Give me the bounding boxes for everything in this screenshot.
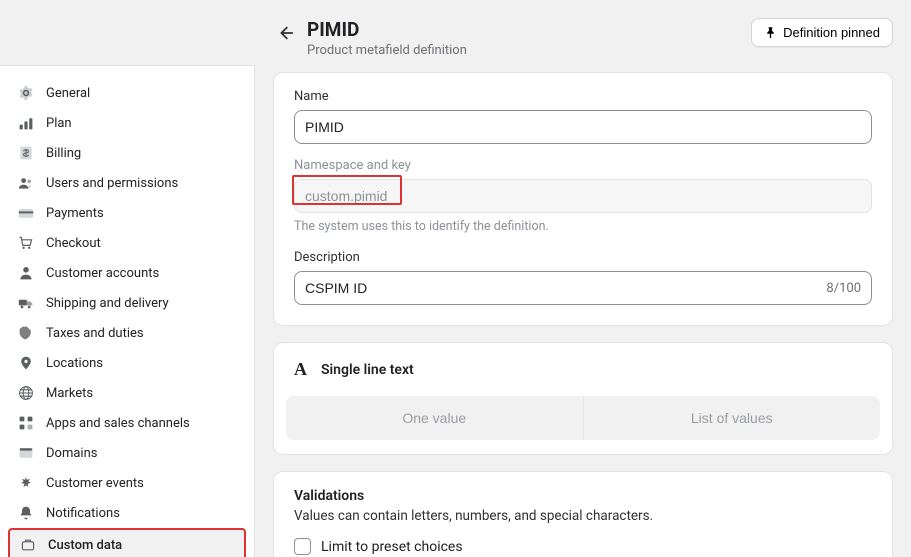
nskey-helper: The system uses this to identify the def…: [294, 219, 872, 234]
sidebar-item-shipping[interactable]: Shipping and delivery: [8, 288, 246, 318]
sidebar-item-label: Customer events: [46, 476, 144, 491]
page-subtitle: Product metafield definition: [307, 43, 467, 58]
sidebar-item-label: Apps and sales channels: [46, 416, 190, 431]
type-card: A Single line text One value List of val…: [273, 342, 893, 455]
sidebar-item-taxes[interactable]: Taxes and duties: [8, 318, 246, 348]
sidebar-item-label: Domains: [46, 446, 97, 461]
sidebar-item-label: Notifications: [46, 506, 120, 521]
sidebar-item-apps[interactable]: Apps and sales channels: [8, 408, 246, 438]
one-value-button[interactable]: One value: [286, 396, 584, 440]
sidebar-item-label: Customer accounts: [46, 266, 159, 281]
cart-icon: [18, 235, 34, 251]
sidebar-item-label: Shipping and delivery: [46, 296, 169, 311]
events-icon: [18, 475, 34, 491]
sidebar-item-customer-accounts[interactable]: Customer accounts: [8, 258, 246, 288]
pin-button[interactable]: Definition pinned: [751, 18, 893, 47]
tax-icon: [18, 325, 34, 341]
nskey-label: Namespace and key: [294, 158, 872, 173]
billing-icon: [18, 145, 34, 161]
name-label: Name: [294, 89, 872, 104]
validations-card: Validations Values can contain letters, …: [273, 471, 893, 557]
globe-icon: [18, 385, 34, 401]
sidebar-item-users[interactable]: Users and permissions: [8, 168, 246, 198]
sidebar-item-locations[interactable]: Locations: [8, 348, 246, 378]
sidebar-item-markets[interactable]: Markets: [8, 378, 246, 408]
sidebar-item-general[interactable]: General: [8, 78, 246, 108]
sidebar-item-label: Payments: [46, 206, 104, 221]
description-label: Description: [294, 250, 872, 265]
name-input[interactable]: [294, 110, 872, 144]
definition-card: Name Namespace and key custom.pimid The …: [273, 72, 893, 326]
description-input-wrapper[interactable]: 8/100: [294, 271, 872, 305]
domains-icon: [18, 445, 34, 461]
sidebar-item-plan[interactable]: Plan: [8, 108, 246, 138]
sidebar-item-notifications[interactable]: Notifications: [8, 498, 246, 528]
page-title: PIMID: [307, 18, 467, 41]
sidebar-item-domains[interactable]: Domains: [8, 438, 246, 468]
back-button[interactable]: [273, 21, 297, 45]
sidebar-item-custom-data[interactable]: Custom data: [8, 528, 246, 557]
gear-icon: [18, 85, 34, 101]
limit-checkbox[interactable]: [294, 538, 311, 555]
sidebar-item-label: Plan: [46, 116, 72, 131]
sidebar-item-checkout[interactable]: Checkout: [8, 228, 246, 258]
sidebar-item-billing[interactable]: Billing: [8, 138, 246, 168]
payments-icon: [18, 205, 34, 221]
sidebar-item-payments[interactable]: Payments: [8, 198, 246, 228]
plan-icon: [18, 115, 34, 131]
sidebar-item-label: Billing: [46, 146, 81, 161]
validations-title: Validations: [294, 488, 872, 504]
pin-label: Definition pinned: [783, 25, 880, 40]
bell-icon: [18, 505, 34, 521]
sidebar-item-label: Users and permissions: [46, 176, 178, 191]
person-icon: [18, 265, 34, 281]
value-mode-toggle: One value List of values: [274, 396, 892, 454]
settings-sidebar: General Plan Billing Users and permissio…: [0, 65, 255, 557]
pin-icon: [18, 355, 34, 371]
text-type-icon: A: [294, 359, 307, 380]
validations-desc: Values can contain letters, numbers, and…: [294, 508, 872, 524]
sidebar-item-label: Locations: [46, 356, 103, 371]
sidebar-item-label: General: [46, 86, 90, 101]
sidebar-item-label: Custom data: [48, 538, 122, 553]
page-header: PIMID Product metafield definition Defin…: [273, 18, 893, 58]
sidebar-item-customer-events[interactable]: Customer events: [8, 468, 246, 498]
type-label: Single line text: [321, 362, 414, 378]
truck-icon: [18, 295, 34, 311]
limit-label: Limit to preset choices: [321, 539, 463, 555]
sidebar-item-label: Markets: [46, 386, 93, 401]
sidebar-item-label: Checkout: [46, 236, 101, 251]
users-icon: [18, 175, 34, 191]
char-count: 8/100: [826, 281, 861, 296]
pin-icon: [764, 26, 777, 39]
apps-icon: [18, 415, 34, 431]
description-input[interactable]: [305, 280, 826, 296]
list-values-button[interactable]: List of values: [584, 396, 881, 440]
main-content: PIMID Product metafield definition Defin…: [255, 0, 911, 557]
custom-data-icon: [20, 537, 36, 553]
sidebar-item-label: Taxes and duties: [46, 326, 144, 341]
nskey-input: [294, 179, 872, 213]
